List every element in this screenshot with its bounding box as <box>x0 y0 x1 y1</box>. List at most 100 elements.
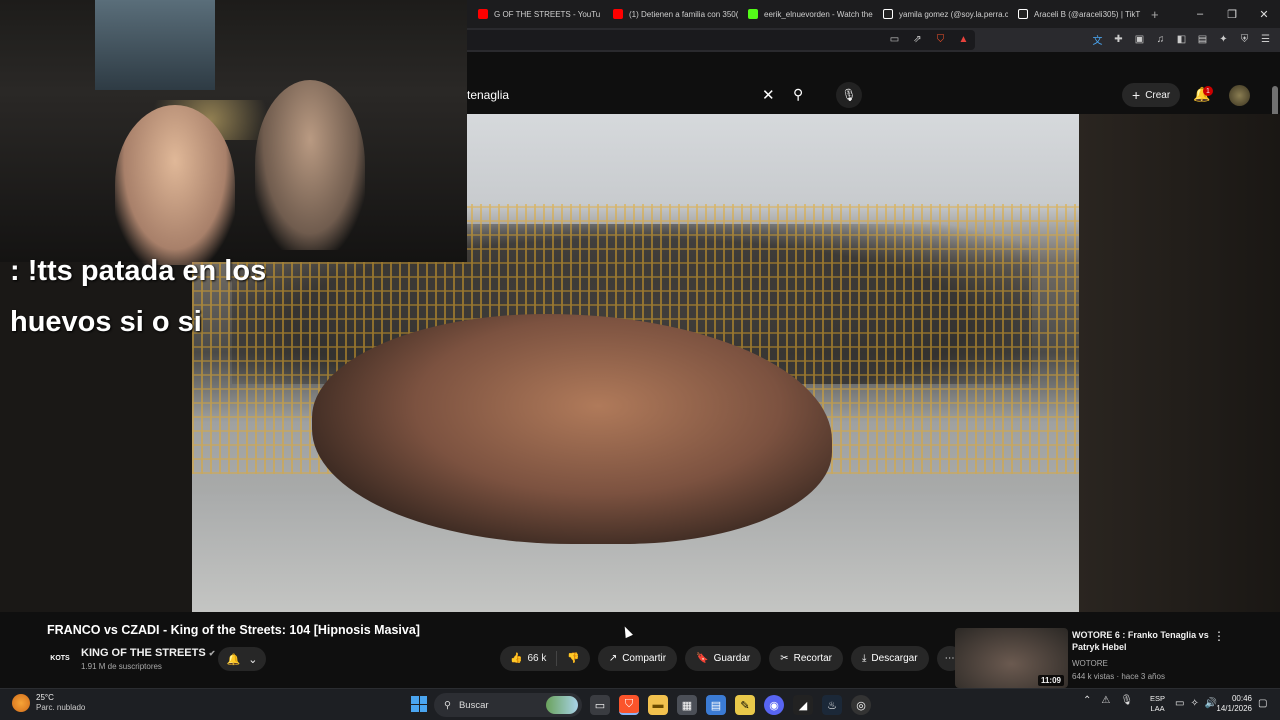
tiktok-favicon-icon <box>883 9 893 19</box>
video-duration: 11:09 <box>1037 675 1064 686</box>
ai-icon[interactable]: ✦ <box>1217 33 1230 46</box>
search-icon: ⚲ <box>444 699 451 711</box>
share-page-icon[interactable]: ⇗ <box>911 33 924 46</box>
clip-button[interactable]: ✂ Recortar <box>769 646 843 671</box>
clear-search-icon[interactable]: ✕ <box>762 86 775 104</box>
browser-tab[interactable]: (1) Detienen a familia con 350( <box>603 0 738 28</box>
vpn-icon[interactable]: ⛨ <box>1238 33 1251 46</box>
brave-shield-icon[interactable]: ⛉ <box>934 33 947 46</box>
tab-label: eerik_elnuevorden - Watch the <box>764 9 873 19</box>
microphone-tray-icon[interactable]: 🎙 <box>1120 695 1133 706</box>
menu-icon[interactable]: ☰ <box>1259 33 1272 46</box>
file-explorer-icon[interactable]: ▬ <box>648 695 668 715</box>
clock-time: 00:46 <box>1231 694 1252 703</box>
minimize-button[interactable]: – <box>1184 0 1216 28</box>
subscriber-count: 1.91 M de suscriptores <box>81 662 162 671</box>
address-bar-icons: ▭ ⇗ ⛉ ▲ <box>888 33 970 46</box>
taskbar-apps: ▭ ⛉ ▬ ▦ ▤ ✎ ◉ ◢ ♨ ◎ <box>590 695 871 715</box>
search-highlight-icon <box>546 696 578 714</box>
script-editor-icon[interactable]: ✎ <box>735 695 755 715</box>
create-button[interactable]: + Crear <box>1122 83 1181 107</box>
download-button[interactable]: ⤓ Descargar <box>851 646 929 671</box>
brave-browser-icon[interactable]: ⛉ <box>619 695 639 715</box>
screen-icon[interactable]: ▭ <box>888 33 901 46</box>
more-horizontal-icon: ⋯ <box>944 653 955 664</box>
sidebar-icon[interactable]: ◧ <box>1175 33 1188 46</box>
save-label: Guardar <box>713 653 751 664</box>
chevron-down-icon: ⌄ <box>248 653 258 666</box>
bell-icon: 🔔 <box>226 653 241 666</box>
display-icon[interactable]: ▭ <box>1175 698 1184 709</box>
search-icon[interactable]: ⚲ <box>793 86 803 103</box>
translate-icon[interactable]: 文 <box>1091 33 1104 47</box>
network-off-icon[interactable]: ⚠ <box>1101 695 1110 706</box>
media-icon[interactable]: ♫ <box>1154 33 1167 46</box>
streaming-app-icon[interactable]: ◢ <box>793 695 813 715</box>
tab-label: (1) Detienen a familia con 350( <box>629 9 738 19</box>
weather-icon <box>12 694 30 712</box>
webcam-window-background <box>95 0 215 90</box>
taskbar-search[interactable]: ⚲ Buscar <box>434 693 582 717</box>
search-input[interactable]: tenaglia <box>467 82 792 108</box>
clock[interactable]: 00:46 14/1/2026 <box>1210 694 1252 714</box>
subscription-bell-button[interactable]: 🔔 ⌄ <box>218 647 266 671</box>
windows-taskbar: 25°C Parc. nublado ⚲ Buscar ▭ ⛉ ▬ ▦ ▤ ✎ … <box>0 688 1280 720</box>
calculator-icon[interactable]: ▦ <box>677 695 697 715</box>
like-dislike-group: 👍 66 k 👎 <box>500 646 590 671</box>
plus-icon: + <box>1132 87 1141 103</box>
bookmark-icon: 🔖 <box>696 653 709 664</box>
temperature: 25°C <box>36 693 54 702</box>
browser-tab[interactable]: eerik_elnuevorden - Watch the <box>738 0 873 28</box>
download-icon: ⤓ <box>862 653 867 664</box>
chevron-up-icon[interactable]: ⌃ <box>1083 695 1091 706</box>
dislike-button[interactable]: 👎 <box>557 646 589 671</box>
save-button[interactable]: 🔖 Guardar <box>685 646 762 671</box>
weather-widget[interactable]: 25°C Parc. nublado <box>12 693 85 713</box>
screenshot-icon[interactable]: ▣ <box>1133 33 1146 46</box>
language-indicator[interactable]: ESP LAA <box>1150 694 1165 714</box>
obs-icon[interactable]: ◎ <box>851 695 871 715</box>
wallet-icon[interactable]: ▤ <box>1196 33 1209 46</box>
task-view-icon[interactable]: ▭ <box>590 695 610 715</box>
maximize-button[interactable]: ❐ <box>1216 0 1248 28</box>
close-window-button[interactable]: ✕ <box>1248 0 1280 28</box>
search-query-text: tenaglia <box>467 88 510 102</box>
share-button[interactable]: ↗ Compartir <box>597 646 678 671</box>
notepad-icon[interactable]: ▤ <box>706 695 726 715</box>
keyboard-layout: LAA <box>1150 704 1165 713</box>
more-vertical-icon[interactable]: ⋮ <box>1213 629 1225 643</box>
tab-label: yamila gomez (@soy.la.perra.c <box>899 9 1008 19</box>
notifications-center-icon[interactable]: ▢ <box>1258 698 1267 709</box>
extensions-icon[interactable]: ✚ <box>1112 33 1125 46</box>
system-tray: ⌃ ⚠ 🎙 <box>1083 695 1133 706</box>
download-label: Descargar <box>871 653 918 664</box>
channel-name[interactable]: KING OF THE STREETS ✔ <box>81 647 215 659</box>
like-button[interactable]: 👍 66 k <box>500 646 556 671</box>
share-label: Compartir <box>622 653 667 664</box>
extensions-bar: 文 ✚ ▣ ♫ ◧ ▤ ✦ ⛨ ☰ <box>1091 33 1272 47</box>
browser-tab[interactable]: yamila gomez (@soy.la.perra.c <box>873 0 1008 28</box>
wifi-icon[interactable]: ✧ <box>1190 698 1198 709</box>
streamer <box>115 105 235 265</box>
recommended-video-thumbnail[interactable]: 11:09 <box>955 628 1068 688</box>
microphone-icon[interactable]: 🎙 <box>836 82 862 108</box>
video-title: FRANCO vs CZADI - King of the Streets: 1… <box>47 623 420 637</box>
share-icon: ↗ <box>608 653 618 664</box>
recommended-channel[interactable]: WOTORE <box>1072 657 1165 670</box>
new-tab-button[interactable]: + <box>1143 7 1167 22</box>
steam-icon[interactable]: ♨ <box>822 695 842 715</box>
tts-line-2: huevos si o si <box>10 306 202 338</box>
recommended-video-title[interactable]: WOTORE 6 : Franko Tenaglia vs Patryk Heb… <box>1072 629 1212 653</box>
channel-logo[interactable]: KOTS <box>47 648 73 668</box>
brave-rewards-icon[interactable]: ▲ <box>957 33 970 46</box>
discord-icon[interactable]: ◉ <box>764 695 784 715</box>
browser-tab[interactable]: G OF THE STREETS - YouTu <box>468 0 603 28</box>
like-count: 66 k <box>527 653 547 664</box>
player-right-area <box>1079 114 1280 612</box>
video-actions: 👍 66 k 👎 ↗ Compartir 🔖 Guardar ✂ Recortar ⤓ D… <box>500 646 963 671</box>
window-controls: – ❐ ✕ <box>1184 0 1280 28</box>
create-label: Crear <box>1145 89 1171 101</box>
windows-start-icon[interactable] <box>411 696 427 712</box>
browser-tab[interactable]: Araceli B (@araceli305) | TikT <box>1008 0 1143 28</box>
avatar[interactable] <box>1229 85 1250 106</box>
